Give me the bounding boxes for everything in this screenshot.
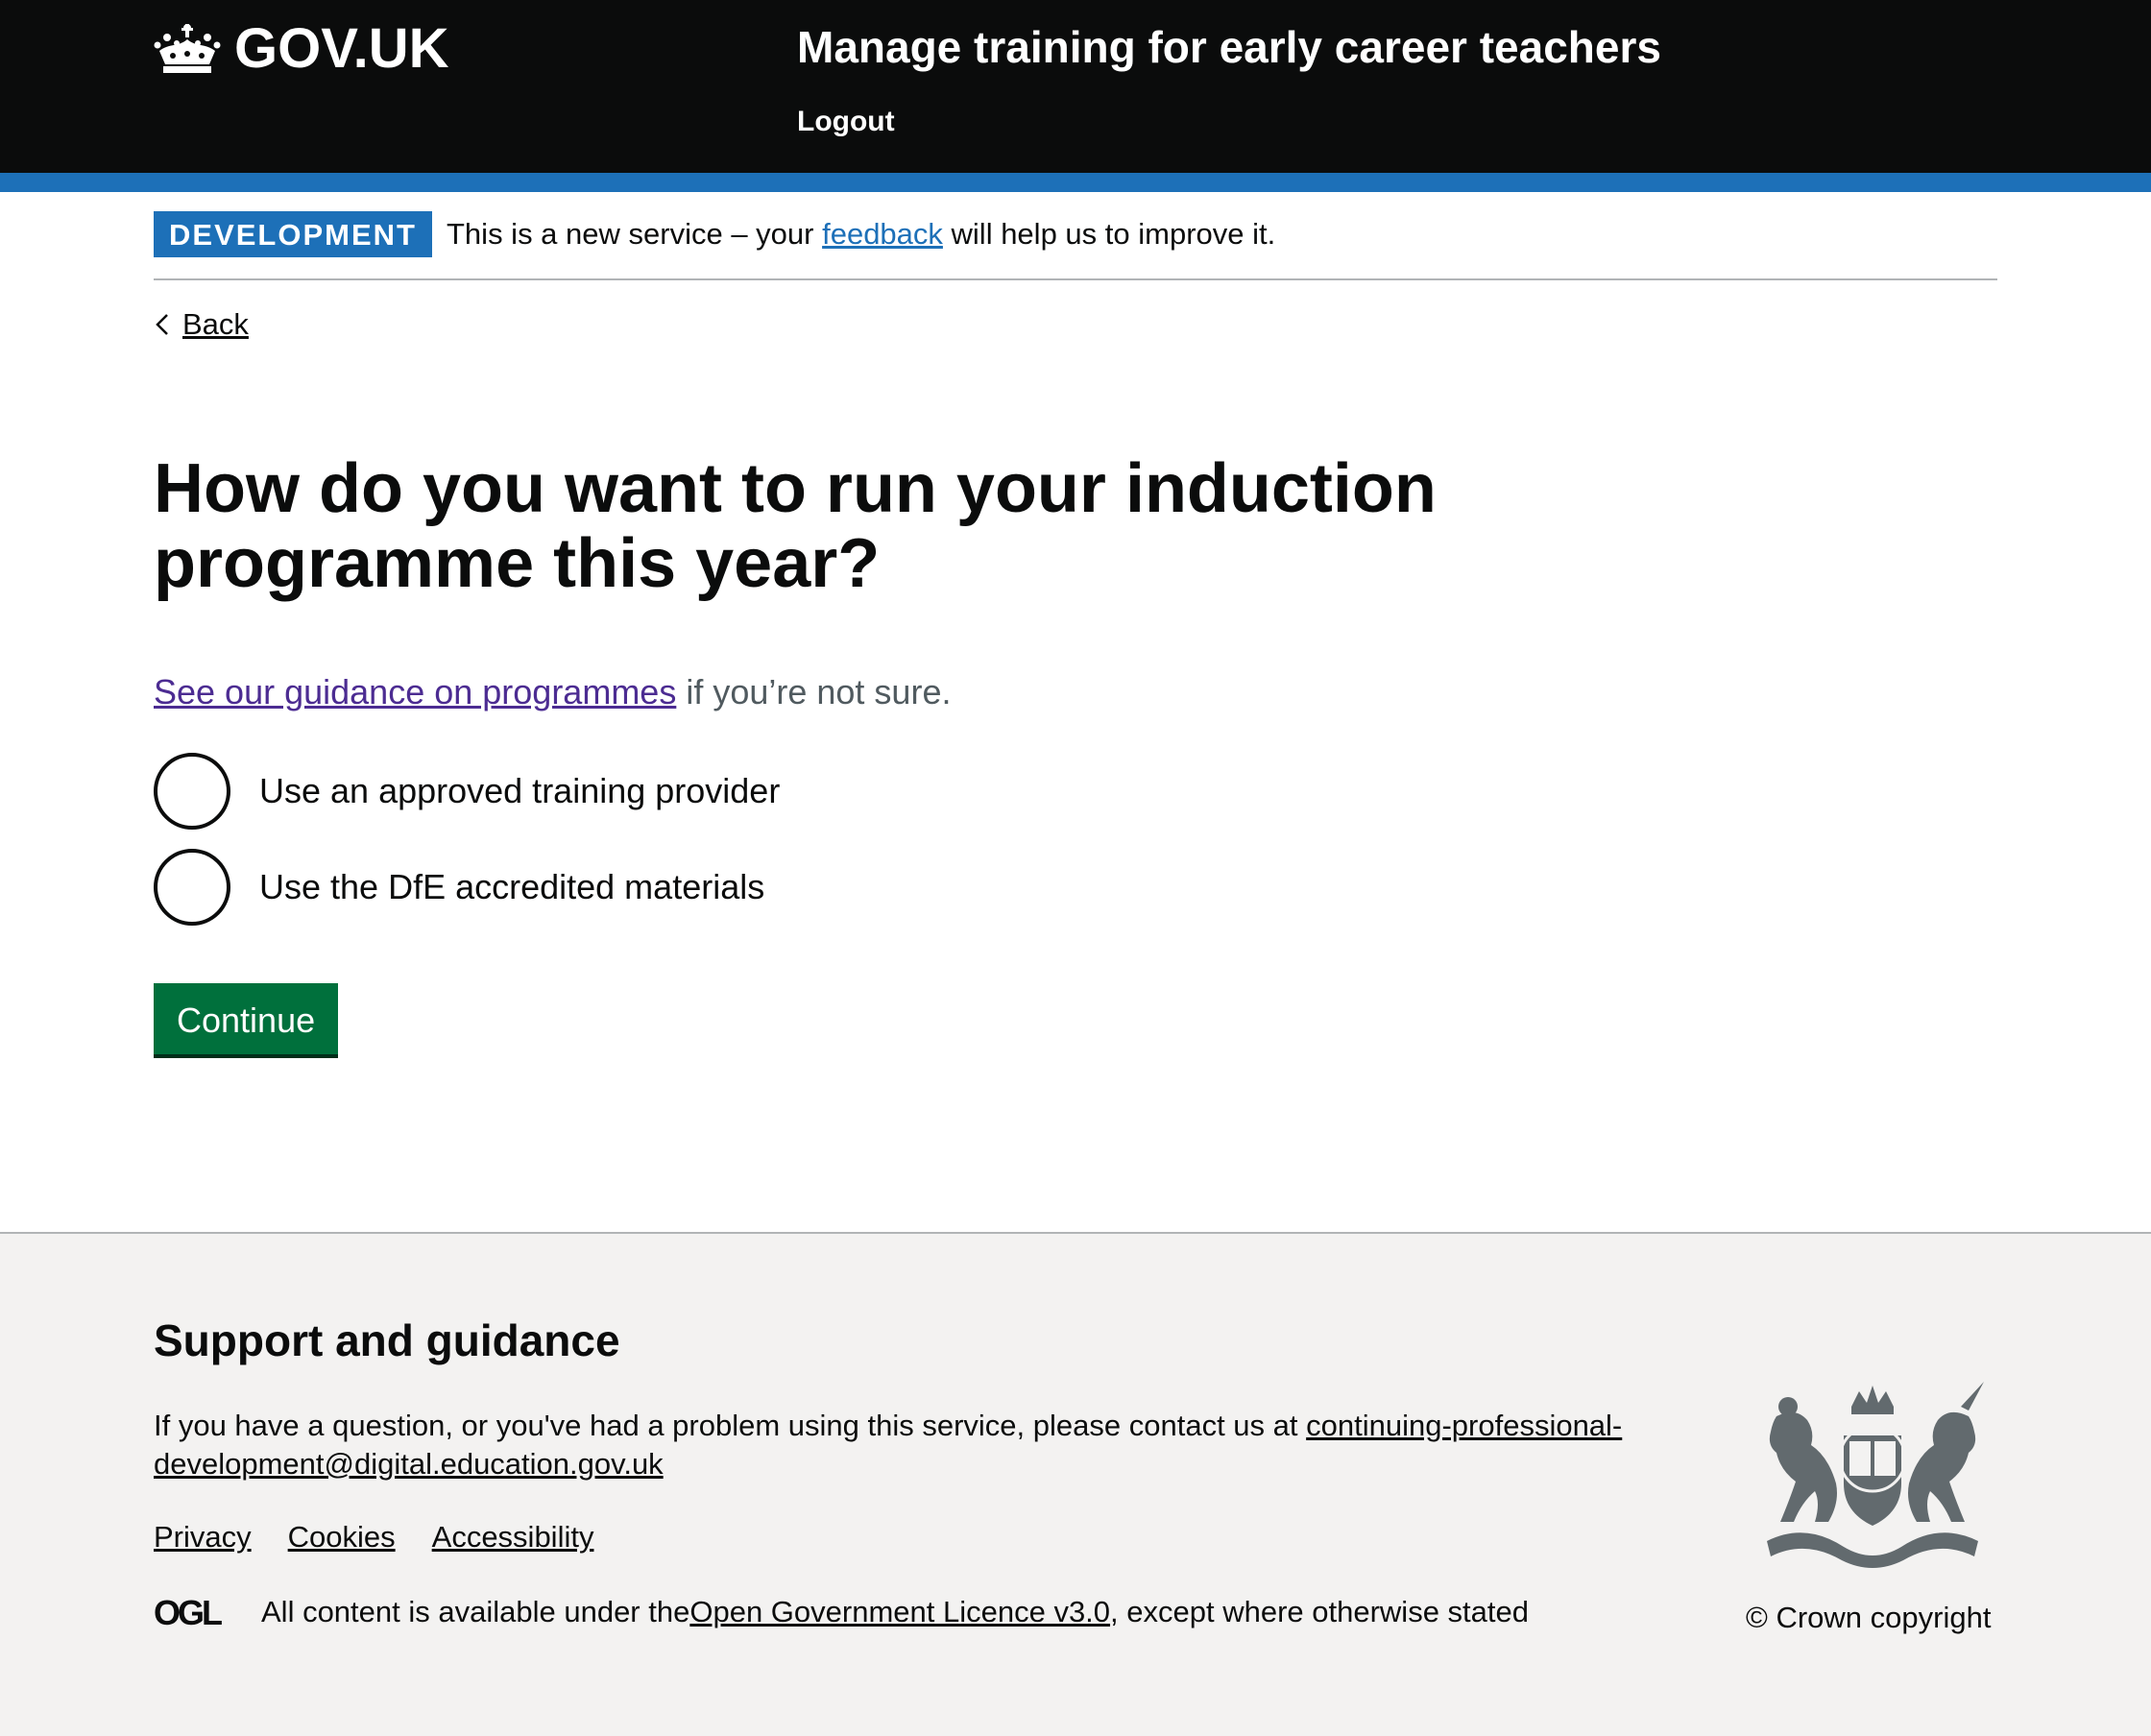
radio-label: Use the DfE accredited materials — [259, 867, 765, 906]
crown-copyright-link[interactable]: © Crown copyright — [1746, 1601, 1991, 1634]
copyright: © Crown copyright — [1746, 1601, 1991, 1635]
footer-title: Support and guidance — [154, 1315, 620, 1365]
page-title: How do you want to run your induction pr… — [154, 450, 1437, 602]
crown-icon — [154, 24, 221, 73]
footer-contact-text: If you have a question, or you've had a … — [154, 1407, 1632, 1483]
hint-text: if you’re not sure. — [676, 672, 952, 711]
accessibility-link[interactable]: Accessibility — [432, 1520, 594, 1555]
licence: OGL All content is available under the O… — [154, 1595, 1529, 1629]
cookies-link[interactable]: Cookies — [288, 1520, 396, 1555]
radio-option-training-provider[interactable]: Use an approved training provider — [154, 753, 780, 830]
phase-tag: DEVELOPMENT — [154, 211, 432, 257]
govuk-logo-link[interactable]: GOV.UK — [154, 13, 448, 83]
phase-text-before: This is a new service – your — [447, 217, 823, 251]
guidance-link[interactable]: See our guidance on programmes — [154, 672, 676, 711]
site-footer: Support and guidance If you have a quest… — [0, 1232, 2151, 1736]
footer-links: Privacy Cookies Accessibility — [154, 1520, 593, 1555]
phase-banner-text: This is a new service – your feedback wi… — [447, 215, 1275, 253]
header-blue-bar — [0, 173, 2151, 192]
ogl-logo: OGL — [154, 1596, 225, 1628]
royal-coat-of-arms — [1767, 1382, 1984, 1568]
site-header: GOV.UK Manage training for early career … — [0, 0, 2151, 173]
phase-text-after: will help us to improve it. — [942, 217, 1276, 251]
radio-input[interactable] — [154, 753, 230, 830]
privacy-link[interactable]: Privacy — [154, 1520, 252, 1555]
back-link[interactable]: Back — [154, 307, 249, 342]
service-name-link[interactable]: Manage training for early career teacher… — [797, 21, 1661, 73]
logout-link[interactable]: Logout — [797, 106, 895, 138]
radio-label: Use an approved training provider — [259, 771, 781, 810]
page: GOV.UK Manage training for early career … — [0, 0, 2151, 1736]
chevron-left-icon — [156, 314, 168, 335]
licence-after: , except where otherwise stated — [1110, 1595, 1529, 1628]
radio-input[interactable] — [154, 849, 230, 926]
feedback-link[interactable]: feedback — [822, 217, 943, 251]
ogl-licence-link[interactable]: Open Government Licence v3.0 — [689, 1595, 1110, 1629]
svg-text:OGL: OGL — [154, 1596, 222, 1628]
phase-banner: DEVELOPMENT This is a new service – your… — [154, 211, 1997, 280]
licence-before: All content is available under the — [261, 1595, 690, 1628]
radio-option-dfe-materials[interactable]: Use the DfE accredited materials — [154, 849, 764, 926]
back-label: Back — [182, 307, 249, 341]
hint: See our guidance on programmes if you’re… — [154, 672, 951, 712]
contact-text: If you have a question, or you've had a … — [154, 1409, 1307, 1442]
logo-text: GOV.UK — [234, 16, 449, 80]
continue-button[interactable]: Continue — [154, 983, 339, 1054]
